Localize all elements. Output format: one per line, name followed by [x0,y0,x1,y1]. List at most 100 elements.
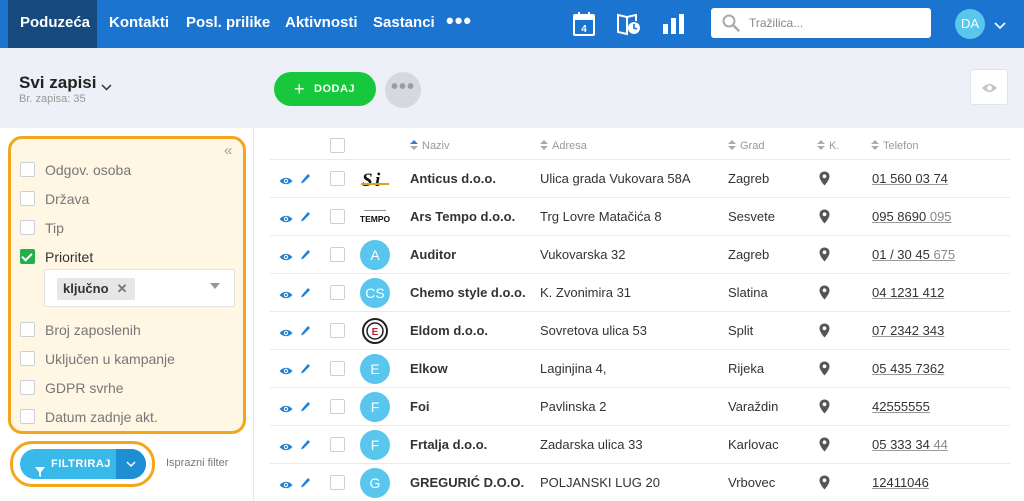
company-name-cell[interactable]: Anticus d.o.o. [410,171,496,186]
filtriraj-dropdown-toggle[interactable] [116,449,146,479]
phone-link[interactable]: 01 / 30 45 675 [872,247,955,262]
row-checkbox[interactable] [330,437,345,452]
eye-icon[interactable] [279,325,293,343]
table-row[interactable]: E Eldom d.o.o. Sovretova ulica 53 Split 07 2… [270,312,1010,350]
company-name-cell[interactable]: Auditor [410,247,456,262]
select-all-checkbox[interactable] [330,138,345,153]
row-checkbox[interactable] [330,399,345,414]
schedule-book-icon[interactable] [616,12,642,36]
company-name-cell[interactable]: Elkow [410,361,448,376]
phone-link[interactable]: 05 333 34 44 [872,437,948,452]
table-row[interactable]: F Foi Pavlinska 2 Varaždin 42555555 [270,388,1010,426]
pencil-icon[interactable] [300,286,311,304]
column-header-naziv[interactable]: Naziv [410,140,450,152]
eye-icon[interactable] [279,173,293,191]
search-input[interactable] [749,8,925,38]
filter-checkbox[interactable] [20,162,35,177]
nav-more-button[interactable]: ••• [446,0,472,48]
view-selector-title[interactable]: Svi zapisi [19,73,96,93]
add-record-button[interactable]: + DODAJ [274,72,376,106]
map-pin-icon[interactable] [819,323,830,343]
phone-link[interactable]: 095 8690 095 [872,209,952,224]
column-header-karta[interactable]: K. [817,140,839,152]
column-header-adresa[interactable]: Adresa [540,140,587,152]
nav-tab-kontakti[interactable]: Kontakti [109,0,169,48]
eye-icon[interactable] [279,211,293,229]
phone-link[interactable]: 01 560 03 74 [872,171,948,186]
eye-icon[interactable] [279,439,293,457]
row-checkbox[interactable] [330,247,345,262]
nav-tab-poduzeca[interactable]: Poduzeća [8,0,97,48]
nav-tab-sastanci[interactable]: Sastanci [373,0,435,48]
user-avatar[interactable]: DA [955,9,985,39]
row-checkbox[interactable] [330,171,345,186]
eye-icon[interactable] [279,477,293,495]
chevron-down-icon[interactable] [101,78,112,96]
more-actions-button[interactable]: ••• [385,72,421,108]
map-pin-icon[interactable] [819,247,830,267]
table-row[interactable]: E Elkow Laginjina 4, Rijeka 05 435 7362 [270,350,1010,388]
clear-filter-link[interactable]: Isprazni filter [166,457,228,469]
calendar-icon[interactable]: 4 [573,12,599,36]
row-checkbox[interactable] [330,209,345,224]
collapse-panel-icon[interactable]: « [224,142,232,159]
company-name-cell[interactable]: Ars Tempo d.o.o. [410,209,515,224]
phone-link[interactable]: 04 1231 412 [872,285,944,300]
eye-icon[interactable] [279,287,293,305]
table-row[interactable]: G GREGURIĆ D.O.O. POLJANSKI LUG 20 Vrbovec 1… [270,464,1010,501]
company-name-cell[interactable]: GREGURIĆ D.O.O. [410,475,524,490]
row-checkbox[interactable] [330,323,345,338]
column-header-grad[interactable]: Grad [728,140,764,152]
filter-checkbox-checked[interactable] [20,249,35,264]
eye-icon[interactable] [279,249,293,267]
pencil-icon[interactable] [300,438,311,456]
phone-link[interactable]: 12411046 [872,475,929,490]
prioritet-value-select[interactable]: ključno ✕ [44,269,235,307]
chevron-down-icon[interactable] [994,17,1006,35]
filter-checkbox[interactable] [20,380,35,395]
tag-remove-icon[interactable]: ✕ [117,278,128,300]
pencil-icon[interactable] [300,172,311,190]
pencil-icon[interactable] [300,476,311,494]
table-row[interactable]: A Auditor Vukovarska 32 Zagreb 01 / 30 45 67… [270,236,1010,274]
map-pin-icon[interactable] [819,437,830,457]
dropdown-caret-icon[interactable] [210,283,220,289]
company-name-cell[interactable]: Chemo style d.o.o. [410,285,526,300]
company-name-cell[interactable]: Foi [410,399,430,414]
nav-tab-poslovne-prilike[interactable]: Posl. prilike [186,0,270,48]
map-pin-icon[interactable] [819,399,830,419]
pencil-icon[interactable] [300,324,311,342]
filter-checkbox[interactable] [20,409,35,424]
company-name-cell[interactable]: Eldom d.o.o. [410,323,488,338]
map-pin-icon[interactable] [819,475,830,495]
phone-link[interactable]: 07 2342 343 [872,323,944,338]
pencil-icon[interactable] [300,400,311,418]
map-pin-icon[interactable] [819,171,830,191]
filtriraj-main-button[interactable]: FILTRIRAJ [20,449,116,479]
eye-icon[interactable] [279,363,293,381]
table-row[interactable]: CS Chemo style d.o.o. K. Zvonimira 31 Slati… [270,274,1010,312]
table-row[interactable]: Si Anticus d.o.o. Ulica grada Vukovara 58A… [270,160,1010,198]
filter-checkbox[interactable] [20,351,35,366]
map-pin-icon[interactable] [819,361,830,381]
column-header-telefon[interactable]: Telefon [871,140,918,152]
eye-icon[interactable] [279,401,293,419]
table-row[interactable]: F Frtalja d.o.o. Zadarska ulica 33 Karlovac… [270,426,1010,464]
filter-checkbox[interactable] [20,191,35,206]
map-pin-icon[interactable] [819,209,830,229]
phone-link[interactable]: 05 435 7362 [872,361,944,376]
table-row[interactable]: TEMPO Ars Tempo d.o.o. Trg Lovre Matačića … [270,198,1010,236]
filter-checkbox[interactable] [20,322,35,337]
row-checkbox[interactable] [330,285,345,300]
pencil-icon[interactable] [300,362,311,380]
reports-chart-icon[interactable] [662,12,688,36]
nav-tab-aktivnosti[interactable]: Aktivnosti [285,0,358,48]
filter-checkbox[interactable] [20,220,35,235]
pencil-icon[interactable] [300,248,311,266]
pencil-icon[interactable] [300,210,311,228]
filtriraj-button[interactable]: FILTRIRAJ [20,449,146,479]
view-toggle-button[interactable] [970,69,1008,105]
row-checkbox[interactable] [330,475,345,490]
company-name-cell[interactable]: Frtalja d.o.o. [410,437,487,452]
phone-link[interactable]: 42555555 [872,399,930,414]
